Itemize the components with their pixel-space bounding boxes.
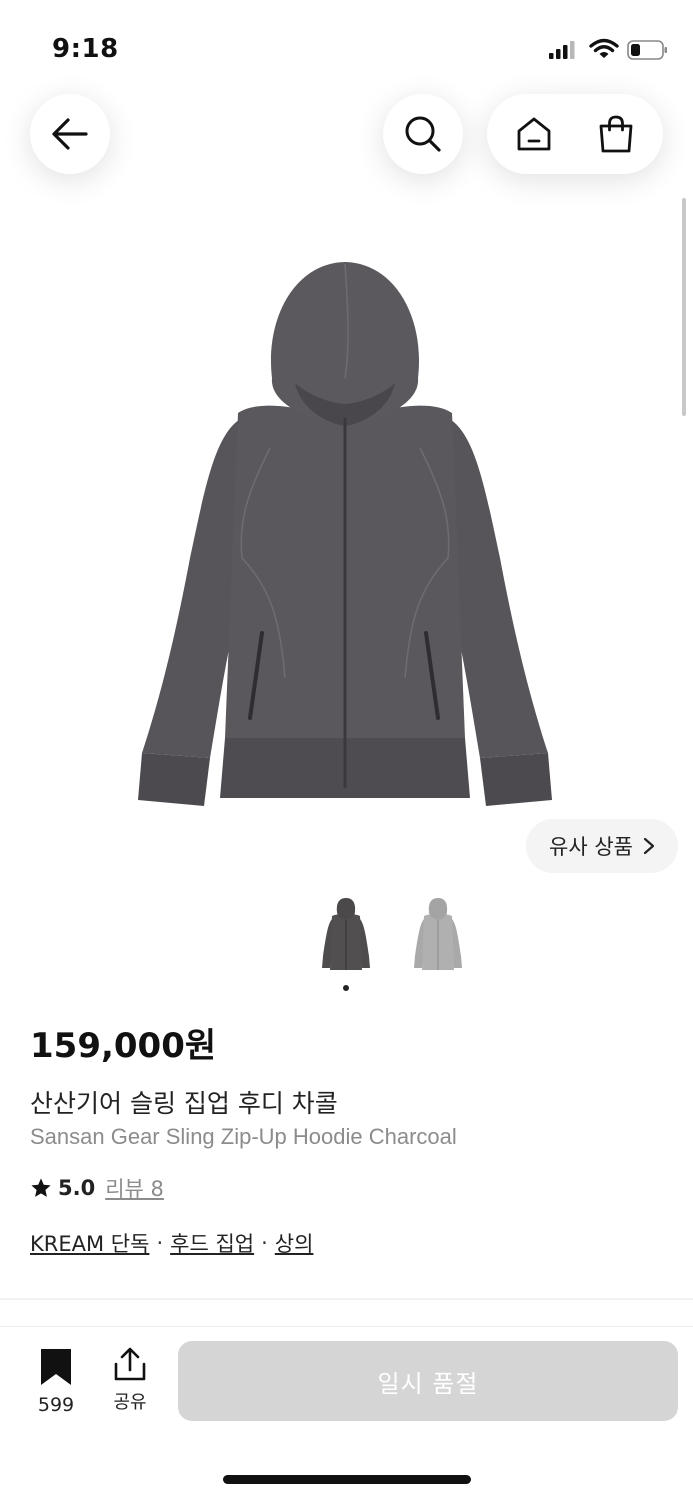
- home-indicator[interactable]: [223, 1475, 471, 1484]
- product-title-en: Sansan Gear Sling Zip-Up Hoodie Charcoal: [30, 1124, 457, 1149]
- share-label: 공유: [113, 1392, 147, 1413]
- search-icon: [405, 116, 441, 152]
- cellular-signal-icon: [549, 41, 575, 59]
- tag-separator: ·: [261, 1231, 268, 1255]
- tag-link-hood-zipup[interactable]: 후드 집업: [170, 1228, 254, 1258]
- back-button[interactable]: [30, 94, 110, 174]
- product-price: 159,000원: [30, 1026, 217, 1066]
- similar-products-button[interactable]: 유사 상품: [526, 819, 678, 873]
- thumbnail-indicator-dot: [343, 985, 349, 991]
- gray-hoodie-thumb: [414, 898, 462, 970]
- product-image[interactable]: [120, 258, 570, 822]
- tag-link-tops[interactable]: 상의: [275, 1228, 314, 1258]
- chevron-right-icon: [643, 837, 655, 855]
- home-button[interactable]: [504, 104, 564, 164]
- home-cart-group: [487, 94, 663, 174]
- product-title-ko: 산산기어 슬링 집업 후디 차콜: [30, 1089, 338, 1118]
- search-button[interactable]: [383, 94, 463, 174]
- rating-value: 5.0: [58, 1176, 96, 1200]
- status-time: 9:18: [52, 34, 119, 64]
- cart-button[interactable]: [586, 104, 646, 164]
- scroll-indicator[interactable]: [682, 198, 686, 416]
- tag-separator: ·: [156, 1231, 164, 1255]
- battery-icon: [627, 40, 667, 60]
- similar-products-label: 유사 상품: [549, 835, 633, 859]
- wifi-icon: [589, 38, 619, 58]
- hoodie-image: [138, 262, 552, 806]
- bookmark-icon: [41, 1349, 71, 1385]
- sold-out-button[interactable]: 일시 품절: [178, 1341, 678, 1421]
- tag-link-exclusive[interactable]: KREAM 단독: [30, 1228, 149, 1258]
- home-icon: [517, 117, 551, 151]
- thumbnail-gray[interactable]: [410, 896, 466, 976]
- section-divider: [0, 1298, 693, 1300]
- status-icons: [547, 38, 669, 66]
- bookmark-count: 599: [37, 1394, 75, 1416]
- tags-row: KREAM 단독 · 후드 집업 · 상의: [30, 1228, 313, 1258]
- review-link[interactable]: 리뷰 8: [105, 1173, 164, 1203]
- star-icon: [31, 1178, 51, 1197]
- share-icon: [114, 1347, 146, 1381]
- charcoal-hoodie-thumb: [322, 898, 370, 970]
- thumbnail-charcoal[interactable]: [318, 896, 374, 976]
- arrow-left-icon: [52, 118, 88, 150]
- rating-row: 5.0 리뷰 8: [30, 1173, 164, 1203]
- shopping-bag-icon: [599, 115, 633, 153]
- share-button[interactable]: 공유: [106, 1346, 154, 1414]
- bookmark-button[interactable]: 599: [30, 1348, 82, 1416]
